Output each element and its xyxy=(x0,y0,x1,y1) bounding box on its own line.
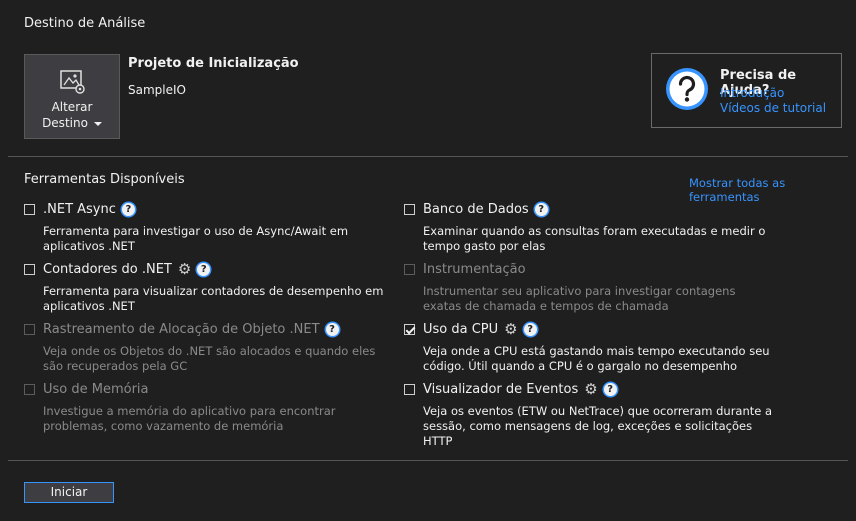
tool-description: Investigue a memória do aplicativo para … xyxy=(43,404,336,433)
help-icon[interactable]: ? xyxy=(325,323,339,336)
tool-description: Examinar quando as consultas foram execu… xyxy=(423,224,766,253)
instrumentation-checkbox xyxy=(404,264,415,275)
tool-name: Uso de Memória xyxy=(43,382,149,397)
database-name-row: Banco de Dados? xyxy=(423,202,548,217)
tool-name: .NET Async xyxy=(43,202,116,217)
change-target-label-2: Destino xyxy=(42,116,88,130)
chevron-down-icon xyxy=(93,121,102,126)
start-button[interactable]: Iniciar xyxy=(24,482,114,503)
database-checkbox[interactable] xyxy=(404,204,415,215)
help-question-icon xyxy=(666,68,708,110)
object-allocation-name-row: Rastreamento de Alocação de Objeto .NET? xyxy=(43,322,339,337)
intro-link[interactable]: Introdução xyxy=(720,86,784,100)
divider xyxy=(8,156,848,157)
help-icon[interactable]: ? xyxy=(197,263,211,276)
tool-name: Visualizador de Eventos xyxy=(423,382,579,397)
target-app-icon xyxy=(60,70,85,94)
cpu-usage-name-row: Uso da CPU ⚙? xyxy=(423,322,537,337)
tool-name: Uso da CPU xyxy=(423,322,499,337)
project-name: SampleIO xyxy=(128,83,186,97)
help-icon[interactable]: ? xyxy=(603,383,617,396)
tool-description: Veja onde os Objetos do .NET são alocado… xyxy=(43,344,376,373)
cpu-usage-checkbox[interactable] xyxy=(404,324,415,335)
events-viewer-name-row: Visualizador de Eventos ⚙? xyxy=(423,382,617,397)
dotnet-async-checkbox[interactable] xyxy=(24,204,35,215)
memory-usage-checkbox xyxy=(24,384,35,395)
help-icon[interactable]: ? xyxy=(523,323,537,336)
tool-name: Banco de Dados xyxy=(423,202,529,217)
help-icon[interactable]: ? xyxy=(121,203,135,216)
show-all-tools-link[interactable]: Mostrar todas as ferramentas xyxy=(689,176,856,204)
help-panel: Precisa de Ajuda? Introdução Vídeos de t… xyxy=(651,53,842,128)
tool-name: Instrumentação xyxy=(423,262,526,277)
project-title: Projeto de Inicialização xyxy=(128,56,299,71)
dotnet-async-name-row: .NET Async? xyxy=(43,202,135,217)
tool-name: Rastreamento de Alocação de Objeto .NET xyxy=(43,322,320,337)
instrumentation-name-row: Instrumentação xyxy=(423,262,526,277)
help-icon[interactable]: ? xyxy=(534,203,548,216)
tool-name: Contadores do .NET xyxy=(43,262,172,277)
memory-usage-name-row: Uso de Memória xyxy=(43,382,149,397)
page-title: Destino de Análise xyxy=(24,16,146,31)
divider xyxy=(8,460,848,461)
tool-description: Instrumentar seu aplicativo para investi… xyxy=(423,284,736,313)
tool-description: Veja onde a CPU está gastando mais tempo… xyxy=(423,344,770,373)
change-target-label-1: Alterar xyxy=(51,100,93,114)
tool-description: Ferramenta para visualizar contadores de… xyxy=(43,284,384,313)
gear-icon[interactable]: ⚙ xyxy=(584,382,597,397)
tools-title: Ferramentas Disponíveis xyxy=(24,172,185,187)
dotnet-counters-name-row: Contadores do .NET ⚙? xyxy=(43,262,211,277)
change-target-button[interactable]: Alterar Destino xyxy=(24,54,120,139)
object-allocation-checkbox xyxy=(24,324,35,335)
tool-description: Ferramenta para investigar o uso de Asyn… xyxy=(43,224,349,253)
events-viewer-checkbox[interactable] xyxy=(404,384,415,395)
tool-description: Veja os eventos (ETW ou NetTrace) que oc… xyxy=(423,404,773,448)
tutorial-videos-link[interactable]: Vídeos de tutorial xyxy=(720,101,826,115)
gear-icon[interactable]: ⚙ xyxy=(504,322,517,337)
dotnet-counters-checkbox[interactable] xyxy=(24,264,35,275)
gear-icon[interactable]: ⚙ xyxy=(178,262,191,277)
